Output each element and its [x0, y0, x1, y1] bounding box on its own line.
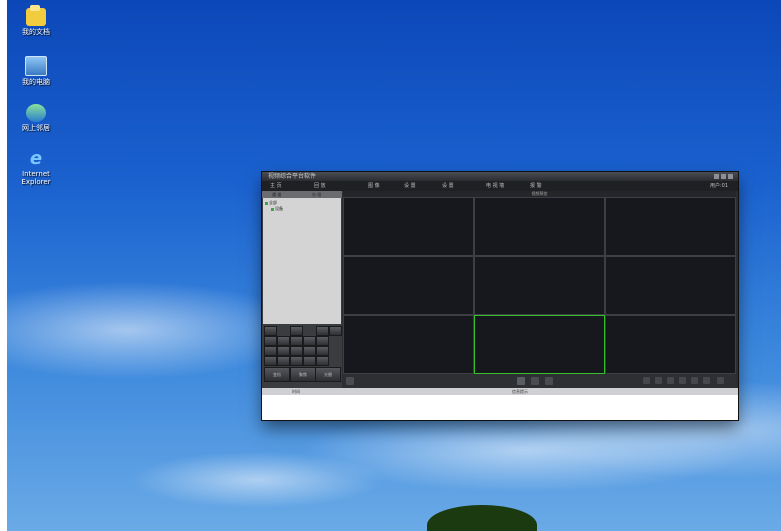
next-page-icon[interactable]: [703, 377, 710, 384]
layout-16-icon[interactable]: [679, 377, 686, 384]
desktop-icon-label: Internet Explorer: [21, 170, 51, 186]
video-cell[interactable]: [343, 197, 474, 256]
menubar: 主 页 回 放 图 像 设 置 设 置 电 视 墙 报 警 用户:01: [262, 181, 738, 191]
video-grid: [343, 197, 736, 374]
desktop-icon-network[interactable]: 网上邻居: [13, 104, 59, 132]
user-status: 用户:01: [710, 183, 729, 189]
ptz-focus-button[interactable]: 聚焦: [290, 367, 316, 382]
ptz-up-right-icon[interactable]: [290, 336, 303, 346]
video-cell[interactable]: [474, 256, 605, 315]
minimize-icon[interactable]: [714, 174, 719, 179]
ptz-preset-icon[interactable]: [264, 326, 277, 336]
ptz-right-icon[interactable]: [290, 346, 303, 356]
ptz-iris-open-icon[interactable]: [303, 356, 316, 366]
checkbox-icon[interactable]: [265, 201, 268, 205]
desktop-icon-label: 网上邻居: [22, 124, 50, 132]
snapshot-icon[interactable]: [545, 377, 553, 385]
menu-item-settings-a[interactable]: 设 置: [404, 181, 416, 191]
ptz-up-icon[interactable]: [277, 336, 290, 346]
ptz-menu-icon[interactable]: [329, 326, 342, 336]
menu-item-tv-wall[interactable]: 电 视 墙: [486, 181, 504, 191]
folder-documents-icon: [26, 5, 46, 26]
ptz-down-right-icon[interactable]: [290, 356, 303, 366]
tab-groups[interactable]: 分 组: [312, 191, 321, 198]
desktop-icon-label: 我的文档: [22, 28, 50, 36]
ptz-zoom-out-icon[interactable]: [316, 336, 329, 346]
ptz-focus-near-icon[interactable]: [303, 346, 316, 356]
log-column-time: 时间: [292, 389, 300, 394]
ptz-control-panel: 变倍 聚焦 光圈: [264, 326, 342, 388]
desktop-icon-internet-explorer[interactable]: e Internet Explorer: [13, 148, 59, 187]
desktop-icon-my-computer[interactable]: 我的电脑: [13, 56, 59, 86]
device-tree[interactable]: 全部 设备: [263, 198, 341, 324]
eject-icon[interactable]: [346, 377, 354, 385]
ptz-down-left-icon[interactable]: [264, 356, 277, 366]
computer-icon: [25, 56, 47, 76]
video-cell[interactable]: [605, 315, 736, 374]
ptz-up-left-icon[interactable]: [264, 336, 277, 346]
ie-icon: e: [29, 148, 43, 169]
video-cell[interactable]: [605, 197, 736, 256]
tree-silhouette: [427, 505, 537, 531]
layout-9-icon[interactable]: [667, 377, 674, 384]
maximize-icon[interactable]: [721, 174, 726, 179]
video-cell[interactable]: [605, 256, 736, 315]
log-panel: 时间 信息提示: [262, 388, 738, 420]
tree-node-device[interactable]: 设备: [271, 206, 283, 211]
menu-item-home[interactable]: 主 页: [270, 181, 282, 191]
window-titlebar[interactable]: 视频综合平台软件: [262, 172, 738, 181]
checkbox-icon[interactable]: [271, 207, 274, 211]
left-panel-tabs: 通 道 分 组: [262, 191, 342, 198]
desktop-icon-my-documents[interactable]: 我的文档: [13, 5, 59, 36]
video-platform-window[interactable]: 视频综合平台软件 主 页 回 放 图 像 设 置 设 置 电 视 墙 报 警 用…: [262, 172, 738, 420]
video-cell-selected[interactable]: [474, 315, 605, 374]
ptz-focus-far-icon[interactable]: [316, 346, 329, 356]
menu-item-image[interactable]: 图 像: [368, 181, 380, 191]
ptz-cruise-icon[interactable]: [290, 326, 303, 336]
layout-4-icon[interactable]: [655, 377, 662, 384]
window-title: 视频综合平台软件: [268, 173, 317, 180]
fullscreen-icon[interactable]: [717, 377, 724, 384]
ptz-zoom-in-icon[interactable]: [303, 336, 316, 346]
desktop-icon-label: 我的电脑: [22, 78, 50, 86]
playback-toolbar: [343, 374, 736, 388]
video-cell[interactable]: [343, 315, 474, 374]
record-icon[interactable]: [531, 377, 539, 385]
ptz-auto-icon[interactable]: [277, 346, 290, 356]
close-icon[interactable]: [728, 174, 733, 179]
ptz-zoom-button[interactable]: 变倍: [264, 367, 290, 382]
ptz-left-icon[interactable]: [264, 346, 277, 356]
layout-1-icon[interactable]: [643, 377, 650, 384]
ptz-iris-close-icon[interactable]: [316, 356, 329, 366]
ptz-iris-button[interactable]: 光圈: [315, 367, 341, 382]
ptz-down-icon[interactable]: [277, 356, 290, 366]
video-cell[interactable]: [343, 256, 474, 315]
tab-channels[interactable]: 通 道: [272, 191, 281, 198]
left-panel: 通 道 分 组 全部 设备 变倍 聚焦 光圈: [262, 191, 342, 388]
menu-item-alarm[interactable]: 报 警: [530, 181, 542, 191]
tree-node-root[interactable]: 全部: [265, 200, 277, 205]
log-column-info: 信息提示: [512, 389, 528, 394]
network-icon: [26, 104, 46, 122]
video-cell[interactable]: [474, 197, 605, 256]
menu-item-playback[interactable]: 回 放: [314, 181, 326, 191]
play-icon[interactable]: [517, 377, 525, 385]
menu-item-settings-b[interactable]: 设 置: [442, 181, 454, 191]
log-header: 时间 信息提示: [262, 388, 738, 395]
previous-page-icon[interactable]: [691, 377, 698, 384]
ptz-track-icon[interactable]: [316, 326, 329, 336]
